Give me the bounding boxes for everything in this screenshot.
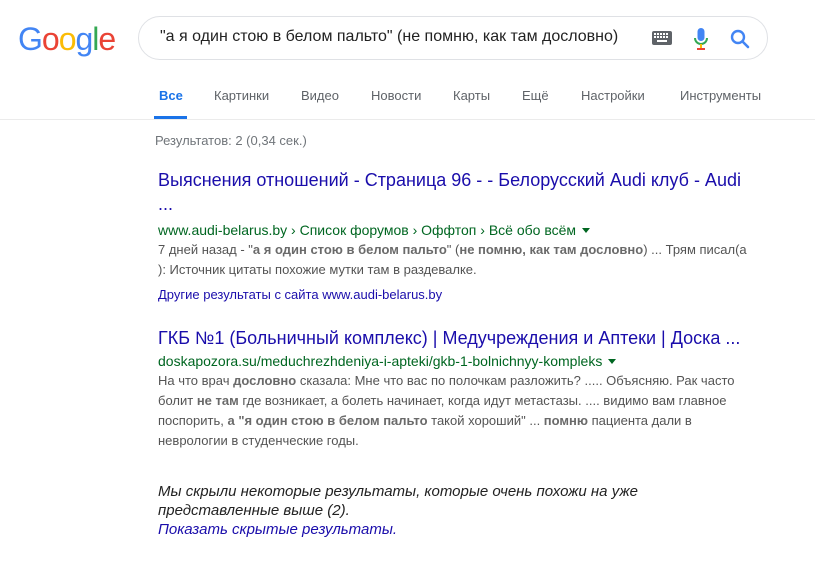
keyboard-icon[interactable]: [652, 31, 672, 45]
logo-letter: e: [98, 21, 116, 57]
result-stats: Результатов: 2 (0,34 сек.): [155, 133, 307, 148]
active-tab-indicator: [154, 116, 187, 119]
logo-letter: g: [75, 21, 93, 57]
result-snippet: 7 дней назад - "а я один стою в белом па…: [158, 242, 747, 277]
result-title-link[interactable]: Выяснения отношений - Страница 96 - - Бе…: [158, 168, 758, 216]
search-result: ГКБ №1 (Больничный комплекс) | Медучрежд…: [158, 326, 758, 451]
result-title-link[interactable]: ГКБ №1 (Больничный комплекс) | Медучрежд…: [158, 326, 758, 350]
search-icon[interactable]: [729, 28, 751, 50]
omitted-results-notice: Мы скрыли некоторые результаты, которые …: [158, 482, 718, 539]
tab-settings[interactable]: Настройки: [581, 88, 645, 103]
google-logo[interactable]: Google: [18, 19, 116, 59]
search-tabs: Все Картинки Видео Новости Карты Ещё Нас…: [0, 81, 815, 120]
tab-all[interactable]: Все: [159, 88, 183, 103]
search-result: Выяснения отношений - Страница 96 - - Бе…: [158, 168, 758, 305]
tab-news[interactable]: Новости: [371, 88, 421, 103]
tab-more[interactable]: Ещё: [522, 88, 549, 103]
search-box[interactable]: "а я один стою в белом пальто" (не помню…: [138, 16, 768, 60]
tab-images[interactable]: Картинки: [214, 88, 269, 103]
url-dropdown-arrow-icon[interactable]: [582, 228, 591, 233]
tab-videos[interactable]: Видео: [301, 88, 339, 103]
more-results-from-site-link[interactable]: Другие результаты с сайта www.audi-belar…: [158, 285, 758, 305]
result-url: www.audi-belarus.by › Список форумов › О…: [158, 220, 758, 240]
url-dropdown-arrow-icon[interactable]: [608, 359, 617, 364]
tab-tools[interactable]: Инструменты: [680, 88, 761, 103]
show-omitted-results-link[interactable]: Показать скрытые результаты.: [158, 520, 718, 539]
result-url: doskapozora.su/meduchrezhdeniya-i-apteki…: [158, 351, 758, 371]
logo-letter: G: [18, 21, 43, 57]
search-input[interactable]: "а я один стою в белом пальто" (не помню…: [160, 28, 630, 50]
logo-letter: o: [58, 21, 77, 57]
logo-letter: o: [41, 21, 60, 57]
microphone-icon[interactable]: [693, 27, 709, 51]
tab-maps[interactable]: Карты: [453, 88, 490, 103]
result-snippet: На что врач дословно сказала: Мне что ва…: [158, 373, 735, 448]
